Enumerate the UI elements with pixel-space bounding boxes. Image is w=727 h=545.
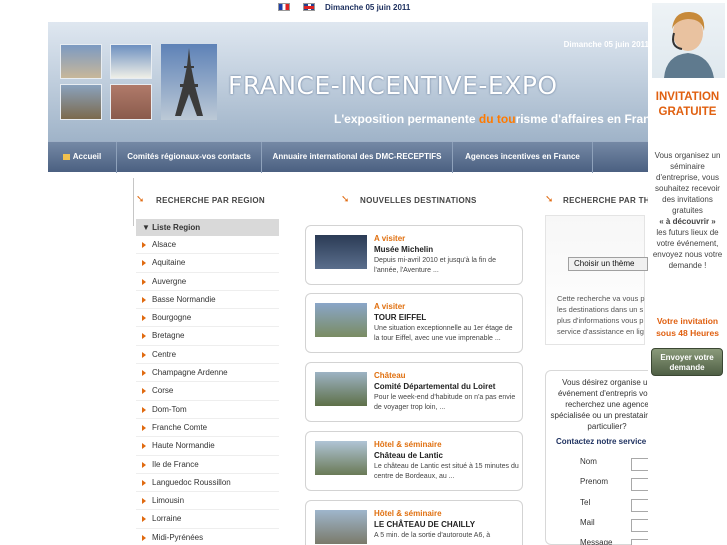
nav-annuaire[interactable]: Annuaire international des DMC-RECEPTIFS <box>262 142 453 173</box>
send-request-button[interactable]: Envoyer votre demande <box>651 348 723 376</box>
nav-home[interactable]: Accueil <box>48 142 117 173</box>
uk-flag-icon[interactable] <box>303 3 315 11</box>
arrow-icon: ➘ <box>136 194 145 205</box>
region-item[interactable]: Basse Normandie <box>136 291 279 310</box>
french-flag-icon[interactable] <box>278 3 290 11</box>
destination-card[interactable]: Château Comité Départemental du Loiret Pou… <box>305 362 523 422</box>
sacre-coeur-photo <box>110 44 152 79</box>
region-item[interactable]: Corse <box>136 382 279 401</box>
destination-category: Hôtel & séminaire <box>374 509 442 518</box>
invitation-ad: INVITATION GRATUITE Vous organisez un sé… <box>648 0 727 545</box>
destination-card[interactable]: A visiter Musée Michelin Depuis mi-avril 2… <box>305 225 523 285</box>
header-date: Dimanche 05 juin 2011 <box>563 40 649 49</box>
destination-description: Une situation exceptionnelle au 1er étag… <box>374 325 513 342</box>
operator-photo <box>652 3 725 78</box>
destination-card[interactable]: Hôtel & séminaire Château de Lantic Le châ… <box>305 431 523 491</box>
column-divider <box>133 178 134 226</box>
destination-description: Pour le week-end d'habitude on n'a pas e… <box>374 394 516 411</box>
destination-category: Hôtel & séminaire <box>374 440 442 449</box>
ad-text: Vous organisez un séminaire d'entreprise… <box>652 151 723 270</box>
region-item[interactable]: Haute Normandie <box>136 437 279 456</box>
region-item[interactable]: Bretagne <box>136 327 279 346</box>
form-label: Tel <box>580 498 591 507</box>
destination-thumbnail[interactable] <box>315 510 367 544</box>
region-item[interactable]: Dom-Tom <box>136 401 279 419</box>
site-brand[interactable]: FRANCE-INCENTIVE-EXPO <box>228 71 558 100</box>
arrow-icon: ➘ <box>545 194 554 205</box>
theme-select[interactable]: Choisir un thème <box>568 257 648 271</box>
nav-agences[interactable]: Agences incentives en France <box>453 142 593 173</box>
chateau-photo <box>110 84 152 120</box>
region-list: Alsace Aquitaine Auvergne Basse Normandie Bo… <box>136 236 279 545</box>
destination-thumbnail[interactable] <box>315 303 367 337</box>
form-label: Mail <box>580 518 595 527</box>
destination-card[interactable]: A visiter TOUR EIFFEL Une situation except… <box>305 293 523 353</box>
form-label: Prenom <box>580 477 609 486</box>
home-icon <box>62 154 70 160</box>
nav-comites[interactable]: Comités régionaux-vos contacts <box>117 142 262 173</box>
region-item[interactable]: Limousin <box>136 492 279 511</box>
region-item[interactable]: Languedoc Roussillon <box>136 474 279 493</box>
destination-thumbnail[interactable] <box>315 441 367 475</box>
region-item[interactable]: Centre <box>136 346 279 365</box>
form-label: Message <box>580 538 613 545</box>
arrow-icon: ➘ <box>341 194 350 205</box>
destination-description: Depuis mi-avril 2010 et jusqu'à la fin d… <box>374 257 496 274</box>
destination-name[interactable]: LE CHÂTEAU DE CHAILLY <box>374 520 475 529</box>
destination-thumbnail[interactable] <box>315 372 367 406</box>
region-item[interactable]: Midi-Pyrénées <box>136 529 279 545</box>
arc-de-triomphe-photo <box>60 44 102 79</box>
region-item[interactable]: Franche Comte <box>136 419 279 438</box>
theme-description: Cette recherche va vous p les destinatio… <box>557 294 645 336</box>
destination-description: Le château de Lantic est situé à 15 minu… <box>374 463 519 480</box>
region-item[interactable]: Bourgogne <box>136 309 279 328</box>
destination-name[interactable]: Comité Départemental du Loiret <box>374 382 495 391</box>
destination-name[interactable]: TOUR EIFFEL <box>374 313 426 322</box>
region-item[interactable]: Aquitaine <box>136 254 279 273</box>
form-label: Nom <box>580 457 597 466</box>
destination-category: A visiter <box>374 302 406 311</box>
top-bar: Dimanche 05 juin 2011 <box>0 0 727 16</box>
site-tagline: L'exposition permanente du tourisme d'af… <box>334 112 652 126</box>
destination-card[interactable]: Hôtel & séminaire LE CHÂTEAU DE CHAILLY A … <box>305 500 523 545</box>
ad-offer: Votre invitation sous 48 Heures <box>656 316 719 338</box>
region-item[interactable]: Lorraine <box>136 510 279 529</box>
destination-category: Château <box>374 371 406 380</box>
destination-name[interactable]: Château de Lantic <box>374 451 443 460</box>
destination-description: A 5 min. de la sortie d'autoroute A6, à <box>374 532 491 539</box>
main-nav: Accueil Comités régionaux-vos contacts A… <box>48 141 652 173</box>
ad-title: INVITATION GRATUITE <box>655 91 720 118</box>
destination-thumbnail[interactable] <box>315 235 367 269</box>
region-list-title[interactable]: ▼ Liste Region <box>136 219 279 236</box>
region-item[interactable]: Alsace <box>136 236 279 255</box>
destination-name[interactable]: Musée Michelin <box>374 245 433 254</box>
destination-category: A visiter <box>374 234 406 243</box>
eiffel-tower-photo <box>161 44 217 120</box>
region-item[interactable]: Auvergne <box>136 273 279 291</box>
region-item[interactable]: Champagne Ardenne <box>136 364 279 383</box>
castle-photo <box>60 84 102 120</box>
site-header: Dimanche 05 juin 2011 FRANCE-INCENTIVE-E… <box>48 22 652 142</box>
region-heading: RECHERCHE PAR REGION <box>156 196 265 205</box>
region-item[interactable]: Ile de France <box>136 456 279 474</box>
destinations-heading: NOUVELLES DESTINATIONS <box>360 196 477 205</box>
theme-heading: RECHERCHE PAR TH <box>563 196 650 205</box>
top-date: Dimanche 05 juin 2011 <box>325 3 411 12</box>
